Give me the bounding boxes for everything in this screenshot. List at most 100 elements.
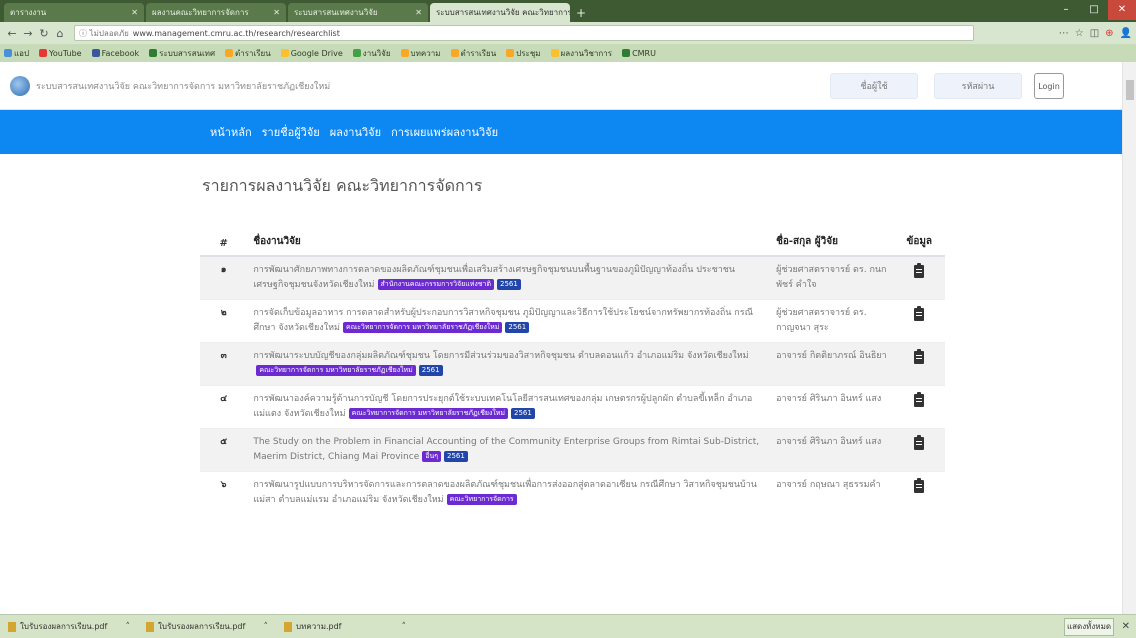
account-icon[interactable]: 👤: [1120, 28, 1132, 39]
bookmarks-bar: แอป YouTube Facebook ระบบสารสนเทศ ตำราเรียน G…: [0, 44, 1136, 62]
research-title-cell: การจัดเก็บข้อมูลอาหาร การตลาดสำหรับผู้ปร…: [247, 299, 771, 343]
clipboard-icon[interactable]: [914, 263, 925, 278]
bookmark-favicon-icon: [280, 49, 289, 57]
page-menu-icon[interactable]: ⋯: [1059, 28, 1069, 39]
forward-icon[interactable]: →: [20, 27, 36, 40]
close-tab-icon[interactable]: ✕: [127, 8, 138, 17]
info-cell: [893, 471, 945, 514]
author-cell: อาจารย์ ศิรินภา อินทร์ แสง: [770, 385, 894, 429]
toolbar-icons: ⋯ ☆ ◫ ⊕ 👤: [1059, 28, 1132, 39]
download-menu-caret-icon[interactable]: ˄: [264, 622, 269, 632]
bookmark-label: Facebook: [101, 48, 140, 58]
bookmark-item[interactable]: Facebook: [91, 48, 140, 58]
author-cell: อาจารย์ ศิรินภา อินทร์ แสง: [770, 428, 894, 472]
nav-researchers[interactable]: รายชื่อผู้วิจัย: [262, 123, 320, 141]
info-cell: [893, 255, 945, 300]
bookmark-star-icon[interactable]: ☆: [1075, 28, 1084, 39]
browser-tab-label: ระบบสารสนเทศงานวิจัย: [294, 8, 378, 17]
bookmark-favicon-icon: [39, 49, 48, 57]
funding-badge: คณะวิทยาการจัดการ มหาวิทยาลัยราชภัฏเชียง…: [256, 365, 416, 376]
row-number: ๒: [200, 299, 248, 343]
bookmark-item[interactable]: ตำราเรียน: [450, 47, 497, 60]
download-item[interactable]: ใบรับรองผลการเรียน.pdf ˄: [142, 618, 272, 636]
browser-tab[interactable]: ตารางงาน ✕: [4, 3, 144, 22]
table-row: ๕ The Study on the Problem in Financial A…: [200, 428, 945, 472]
clipboard-icon[interactable]: [914, 435, 925, 450]
year-badge: 2561: [444, 451, 468, 462]
username-field[interactable]: ชื่อผู้ใช้: [830, 73, 918, 99]
browser-tab[interactable]: ผลงานคณะวิทยาการจัดการ ✕: [146, 3, 286, 22]
reload-icon[interactable]: ↻: [36, 27, 52, 40]
download-item[interactable]: ใบรับรองผลการเรียน.pdf ˄: [4, 618, 134, 636]
close-window-icon[interactable]: ✕: [1108, 0, 1136, 20]
browser-tab[interactable]: ระบบสารสนเทศงานวิจัย คณะวิทยาการจัดการ✕: [430, 3, 570, 22]
bookmark-favicon-icon: [506, 49, 515, 57]
bookmark-item[interactable]: งานวิจัย: [352, 47, 391, 60]
year-badge: 2561: [511, 408, 535, 419]
bookmark-item[interactable]: ประชุม: [506, 47, 541, 60]
site-info-icon[interactable]: ⓘ ไม่ปลอดภัย: [79, 27, 129, 40]
browser-tab-label: ตารางงาน: [10, 8, 47, 17]
clipboard-icon[interactable]: [914, 478, 925, 493]
bookmark-favicon-icon: [622, 49, 631, 57]
browser-tab-label: ระบบสารสนเทศงานวิจัย คณะวิทยาการจัดการ: [436, 8, 570, 17]
research-title: The Study on the Problem in Financial Ac…: [253, 437, 760, 462]
info-cell: [893, 428, 945, 472]
show-all-downloads-button[interactable]: แสดงทั้งหมด: [1064, 617, 1114, 636]
download-item[interactable]: บทความ.pdf ˄: [280, 618, 410, 636]
login-button[interactable]: Login: [1034, 73, 1064, 99]
maximize-icon[interactable]: □: [1080, 0, 1108, 20]
funding-badge: คณะวิทยาการจัดการ มหาวิทยาลัยราชภัฏเชียง…: [348, 408, 509, 419]
bookmark-label: ตำราเรียน: [460, 48, 497, 58]
downloads-bar: ใบรับรองผลการเรียน.pdf ˄ ใบรับรองผลการเรีย…: [0, 614, 1136, 638]
clipboard-icon[interactable]: [914, 392, 925, 407]
page-content: รายการผลงานวิจัย คณะวิทยาการจัดการ # ชื่…: [0, 154, 1122, 614]
close-tab-icon[interactable]: ✕: [269, 8, 280, 17]
bookmark-item[interactable]: บทความ: [400, 47, 441, 60]
bookmark-favicon-icon: [450, 49, 459, 57]
pdf-file-icon: [284, 621, 292, 632]
new-tab-button[interactable]: +: [572, 5, 590, 21]
bookmark-item[interactable]: ผลงานวิชาการ: [550, 47, 612, 60]
minimize-icon[interactable]: –: [1052, 0, 1080, 20]
scrollbar-thumb[interactable]: [1126, 80, 1134, 100]
bookmark-label: งานวิจัย: [362, 48, 391, 58]
browser-toolbar: ← → ↻ ⌂ ⓘ ไม่ปลอดภัย www.management.cmru…: [0, 22, 1136, 44]
nav-research[interactable]: ผลงานวิจัย: [330, 123, 381, 141]
clipboard-icon[interactable]: [914, 306, 925, 321]
table-header-row: # ชื่องานวิจัย ชื่อ-สกุล ผู้วิจัย ข้อมูล: [200, 212, 945, 257]
bookmark-favicon-icon: [550, 49, 559, 57]
funding-badge: อื่นๆ: [422, 451, 441, 462]
download-menu-caret-icon[interactable]: ˄: [126, 622, 131, 632]
page-scrollbar[interactable]: [1122, 62, 1136, 614]
row-number: ๕: [200, 428, 248, 472]
password-field[interactable]: รหัสผ่าน: [934, 73, 1022, 99]
close-downloads-icon[interactable]: ✕: [1122, 621, 1130, 632]
bookmark-item[interactable]: YouTube: [39, 49, 82, 58]
back-icon[interactable]: ←: [4, 27, 20, 40]
extension-icon[interactable]: ◫: [1090, 28, 1099, 39]
clipboard-icon[interactable]: [914, 349, 925, 364]
pocket-icon[interactable]: ⊕: [1105, 28, 1113, 39]
bookmark-item[interactable]: Google Drive: [280, 49, 343, 58]
bookmark-label: ประชุม: [516, 48, 541, 58]
bookmark-label: CMRU: [632, 48, 656, 58]
bookmark-label: YouTube: [49, 48, 82, 58]
bookmark-item[interactable]: CMRU: [622, 49, 656, 58]
home-icon[interactable]: ⌂: [52, 27, 68, 40]
browser-tab[interactable]: ระบบสารสนเทศงานวิจัย ✕: [288, 3, 428, 22]
address-bar[interactable]: ⓘ ไม่ปลอดภัย www.management.cmru.ac.th/r…: [74, 25, 974, 41]
bookmark-item[interactable]: ตำราเรียน: [225, 47, 271, 60]
nav-publishing[interactable]: การเผยแพร่ผลงานวิจัย: [391, 123, 498, 141]
browser-tab-label: ผลงานคณะวิทยาการจัดการ: [152, 8, 249, 17]
bookmark-item[interactable]: แอป: [4, 47, 29, 60]
close-tab-icon[interactable]: ✕: [411, 8, 422, 17]
bookmark-item[interactable]: ระบบสารสนเทศ: [149, 47, 215, 60]
nav-home[interactable]: หน้าหลัก: [210, 123, 252, 141]
research-title-cell: The Study on the Problem in Financial Ac…: [247, 428, 771, 472]
window-controls: – □ ✕: [1052, 0, 1136, 20]
download-filename: ใบรับรองผลการเรียน.pdf: [20, 622, 108, 631]
bookmark-favicon-icon: [225, 49, 234, 57]
download-menu-caret-icon[interactable]: ˄: [402, 622, 407, 632]
funding-badge: คณะวิทยาการจัดการ มหาวิทยาลัยราชภัฏเชียง…: [342, 322, 503, 333]
